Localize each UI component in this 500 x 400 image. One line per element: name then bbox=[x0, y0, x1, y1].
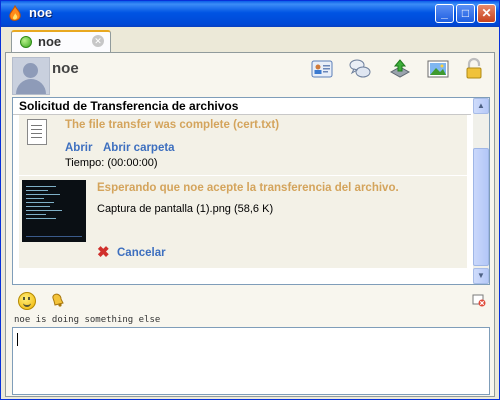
vertical-scrollbar[interactable]: ▲ ▼ bbox=[473, 98, 489, 284]
tab-strip: noe ✕ bbox=[5, 28, 495, 52]
screenshot-icon[interactable] bbox=[426, 57, 450, 81]
minimize-button[interactable]: _ bbox=[435, 4, 454, 23]
transfer-heading: Solicitud de Transferencia de archivos bbox=[19, 99, 239, 113]
close-window-button[interactable]: ✕ bbox=[477, 4, 496, 23]
screenshot-thumbnail bbox=[22, 180, 86, 242]
scroll-down-button[interactable]: ▼ bbox=[473, 268, 489, 284]
contact-header: noe bbox=[6, 53, 494, 97]
online-status-icon bbox=[20, 36, 32, 48]
nudge-bell-icon[interactable] bbox=[50, 292, 66, 308]
tab-label: noe bbox=[38, 34, 62, 49]
avatar bbox=[12, 57, 50, 95]
tab-close-icon[interactable]: ✕ bbox=[92, 35, 104, 47]
transfer-time: Tiempo: (00:00:00) bbox=[65, 157, 158, 169]
waiting-message: Esperando que noe acepte la transferenci… bbox=[97, 182, 399, 194]
chat-window: noe _ □ ✕ noe ✕ noe Solicitud de Transfe… bbox=[0, 0, 500, 400]
title-bar[interactable]: noe _ □ ✕ bbox=[1, 1, 499, 27]
open-file-link[interactable]: Abrir bbox=[65, 142, 92, 154]
chat-bubbles-icon[interactable] bbox=[348, 57, 372, 81]
text-file-icon bbox=[27, 119, 47, 145]
pending-transfer: Esperando que noe acepte la transferenci… bbox=[19, 176, 467, 268]
chat-panel: noe Solicitud de Transferencia de archiv… bbox=[5, 52, 495, 397]
scroll-up-button[interactable]: ▲ bbox=[473, 98, 489, 114]
tab-noe[interactable]: noe ✕ bbox=[11, 30, 111, 52]
input-toolbar bbox=[6, 290, 494, 312]
file-info: Captura de pantalla (1).png (58,6 K) bbox=[97, 203, 274, 215]
lock-icon[interactable] bbox=[462, 57, 486, 81]
maximize-button[interactable]: □ bbox=[456, 4, 475, 23]
contact-card-icon[interactable] bbox=[310, 57, 334, 81]
flame-app-icon bbox=[9, 5, 21, 21]
completed-transfer: The file transfer was complete (cert.txt… bbox=[19, 115, 467, 175]
emoticon-icon[interactable] bbox=[18, 292, 36, 310]
text-caret bbox=[17, 333, 18, 346]
send-file-icon[interactable] bbox=[388, 57, 412, 81]
message-input[interactable] bbox=[12, 327, 490, 395]
open-folder-link[interactable]: Abrir carpeta bbox=[103, 142, 175, 154]
transfer-complete-message: The file transfer was complete (cert.txt… bbox=[65, 119, 280, 131]
window-title: noe bbox=[29, 5, 53, 20]
scrollbar-thumb[interactable] bbox=[473, 148, 489, 266]
cancel-link[interactable]: Cancelar bbox=[117, 247, 166, 259]
chat-transcript[interactable]: Solicitud de Transferencia de archivos T… bbox=[12, 97, 490, 285]
contact-name: noe bbox=[52, 60, 79, 77]
cancel-icon[interactable]: ✖ bbox=[97, 245, 111, 260]
typing-status: noe is doing something else bbox=[14, 315, 161, 325]
clear-chat-icon[interactable] bbox=[472, 293, 486, 307]
